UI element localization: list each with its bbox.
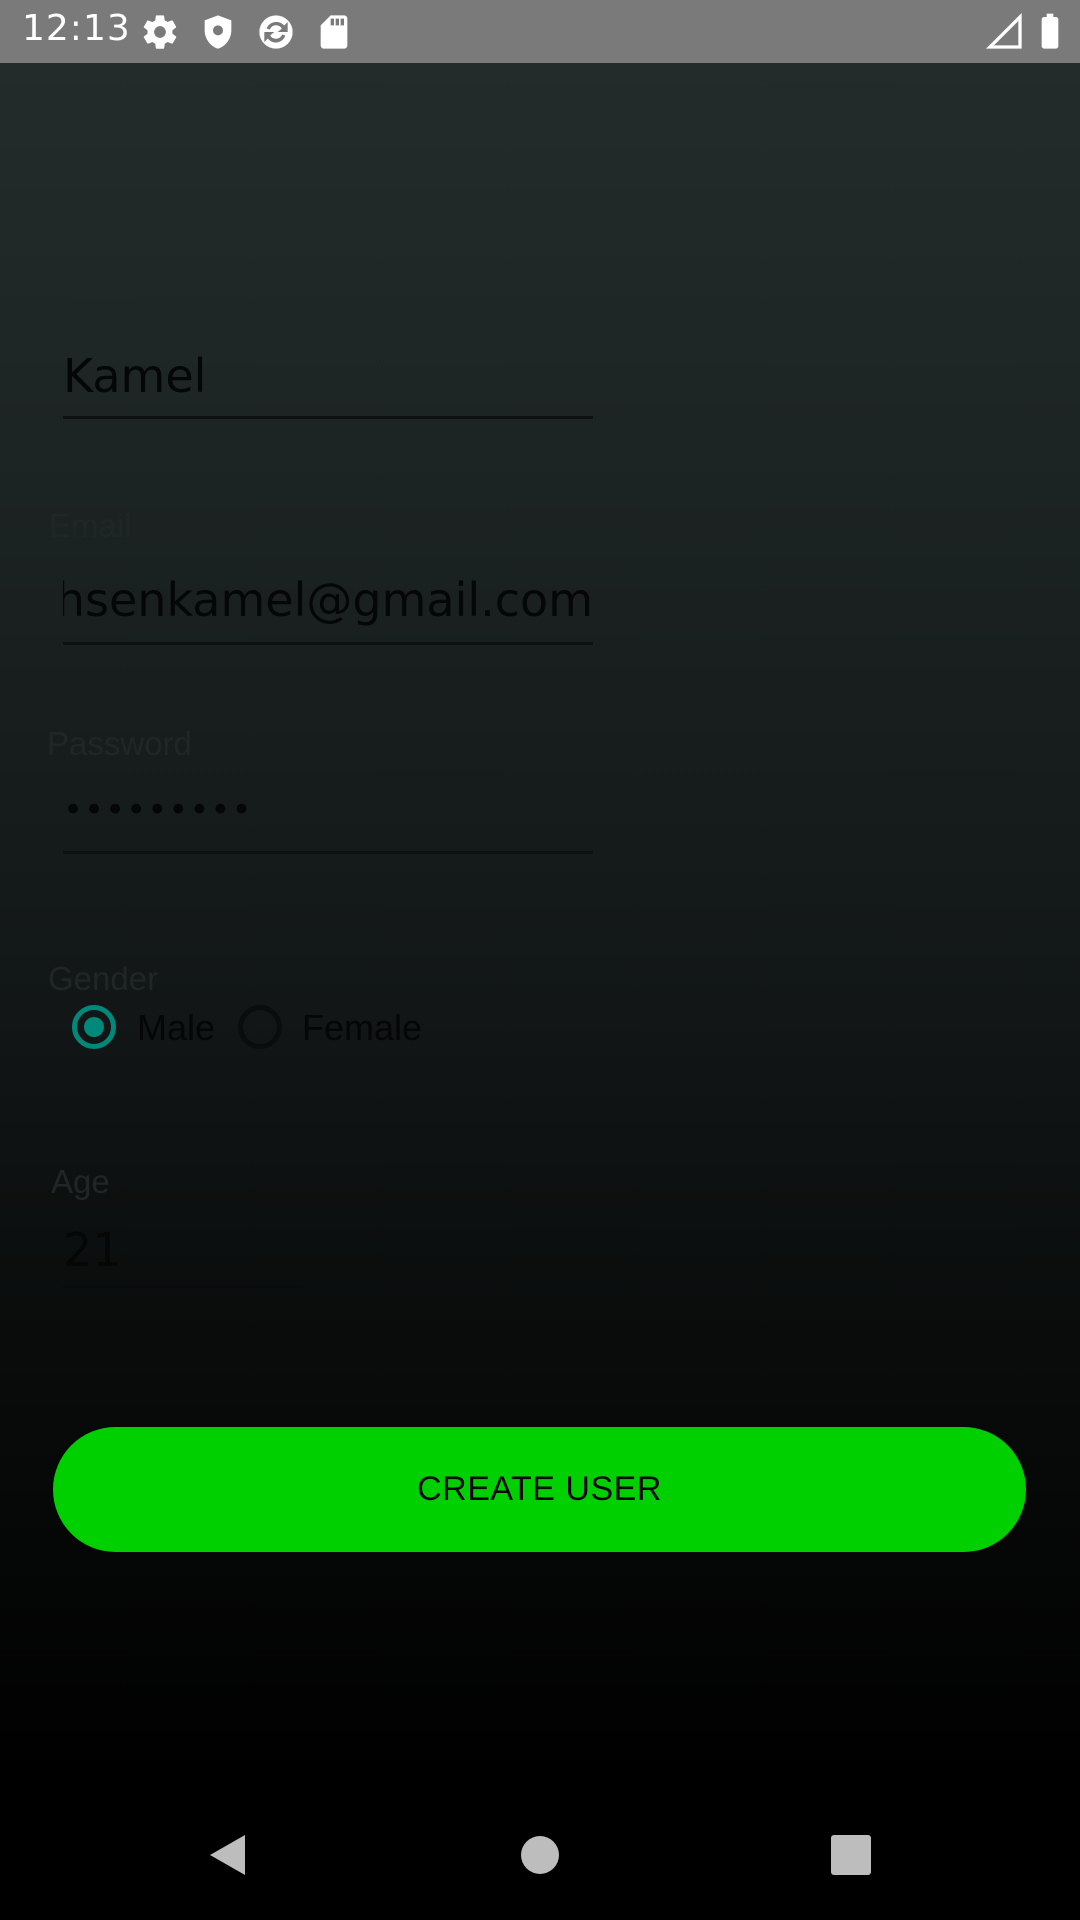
email-label: Email — [49, 507, 132, 544]
home-icon[interactable] — [500, 1815, 580, 1895]
email-field[interactable]: mohsenkamel@gmail.com — [63, 573, 593, 627]
status-bar: 12:13 — [0, 0, 1080, 63]
female-radio-label[interactable]: Female — [302, 1007, 422, 1049]
password-underline — [63, 851, 593, 854]
male-radio[interactable] — [72, 1005, 116, 1049]
sync-icon — [256, 12, 296, 52]
male-radio-label[interactable]: Male — [137, 1007, 215, 1049]
name-label: Name — [49, 288, 138, 325]
age-label: Age — [51, 1163, 110, 1200]
shield-icon — [198, 12, 238, 52]
password-field[interactable]: ••••••••• — [63, 790, 593, 830]
recents-icon[interactable] — [811, 1815, 891, 1895]
password-label: Password — [47, 725, 192, 762]
name-underline — [63, 416, 593, 419]
email-field-clip: mohsenkamel@gmail.com — [63, 573, 593, 633]
name-field[interactable]: Kamel — [63, 349, 593, 403]
female-radio[interactable] — [238, 1005, 282, 1049]
battery-icon — [1030, 12, 1070, 52]
age-underline — [63, 1285, 303, 1288]
navigation-bar — [0, 1785, 1080, 1920]
sd-card-icon — [314, 12, 354, 52]
back-icon[interactable] — [185, 1815, 265, 1895]
email-underline — [63, 642, 593, 645]
create-user-button[interactable]: CREATE USER — [53, 1427, 1026, 1552]
signal-icon — [985, 12, 1025, 52]
gender-label: Gender — [48, 960, 159, 997]
create-user-screen: Name Kamel Email mohsenkamel@gmail.com P… — [0, 63, 1080, 1785]
status-time: 12:13 — [22, 8, 131, 49]
age-field[interactable]: 21 — [63, 1223, 303, 1277]
gear-icon — [140, 12, 180, 52]
